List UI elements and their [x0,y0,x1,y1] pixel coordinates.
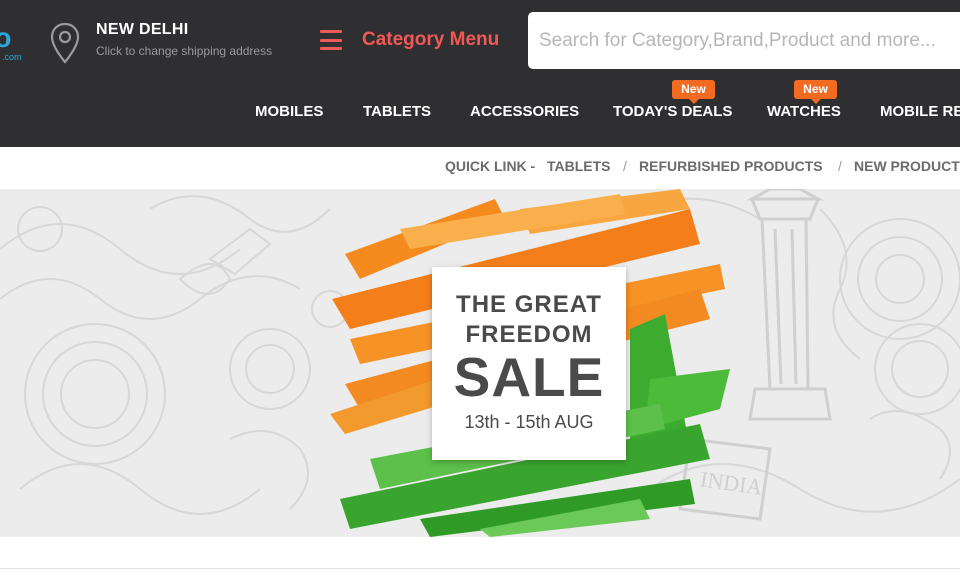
nav-todays-deals[interactable]: TODAY'S DEALS [613,103,732,120]
site-logo[interactable]: to .com [0,22,34,66]
sale-card[interactable]: THE GREAT FREEDOM SALE 13th - 15th AUG [432,267,626,460]
quick-link-new-product[interactable]: NEW PRODUCT [854,158,960,174]
india-text: INDIA [699,466,764,499]
category-menu-button[interactable]: Category Menu [318,24,508,56]
nav-mobiles[interactable]: MOBILES [255,103,323,120]
quick-link-prefix: QUICK LINK - [445,158,536,174]
quick-link-separator: / [838,158,842,174]
logo-text: to [0,22,11,53]
location-pin-icon[interactable] [49,22,81,64]
logo-domain: .com [2,52,22,62]
monument-drawing [746,189,832,421]
new-badge-watches: New [794,80,837,104]
quick-link-tablets[interactable]: TABLETS [547,158,611,174]
new-badge-deals: New [672,80,715,104]
site-header: to .com NEW DELHI Click to change shippi… [0,0,960,147]
sale-dates: 13th - 15th AUG [464,412,594,432]
quick-link-separator: / [623,158,627,174]
section-divider [0,568,960,569]
hamburger-menu-icon [318,28,344,52]
category-menu-label: Category Menu [362,29,500,50]
shipping-hint[interactable]: Click to change shipping address [96,44,272,58]
nav-mobile-repair[interactable]: MOBILE RE [880,103,960,120]
quick-link-refurbished[interactable]: REFURBISHED PRODUCTS [639,158,823,174]
sale-title-line3: SALE [453,346,605,408]
search-input[interactable] [528,12,960,69]
nav-tablets[interactable]: TABLETS [363,103,431,120]
sale-title-line1: THE GREAT [456,291,602,318]
nav-accessories[interactable]: ACCESSORIES [470,103,579,120]
shipping-city[interactable]: NEW DELHI [96,21,188,39]
nav-watches[interactable]: WATCHES [767,103,841,120]
